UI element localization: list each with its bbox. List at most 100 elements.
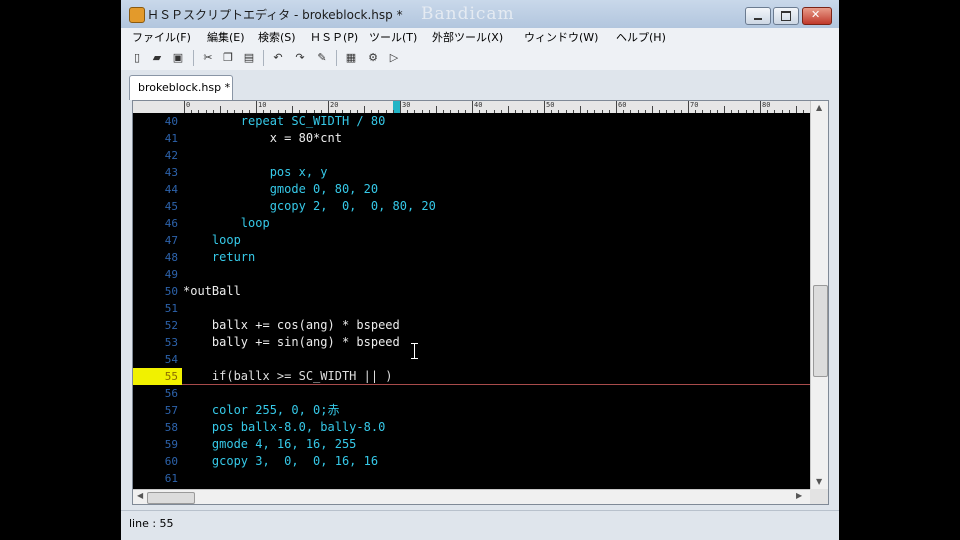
code-area[interactable]: 40 repeat SC_WIDTH / 80 41 x = 80*cnt 42 43… — [133, 113, 810, 489]
code-line[interactable]: 51 — [133, 300, 810, 317]
debug-icon[interactable]: ⚙ — [366, 51, 380, 65]
code-line[interactable]: 53 bally += sin(ang) * bspeed — [133, 334, 810, 351]
code-line[interactable]: 55 if(ballx >= SC_WIDTH || ) — [133, 368, 810, 385]
menu-hsp[interactable]: ＨＳＰ(P) — [310, 29, 358, 45]
title-bar[interactable]: ＨＳＰスクリプトエディタ - brokeblock.hsp * Bandicam — [121, 0, 839, 28]
new-file-icon[interactable]: ▯ — [130, 51, 144, 65]
code-line[interactable]: 50 *outBall — [133, 283, 810, 300]
code-line[interactable]: 40 repeat SC_WIDTH / 80 — [133, 113, 810, 130]
code-text[interactable]: ballx += cos(ang) * bspeed — [183, 317, 400, 334]
line-number: 53 — [164, 336, 178, 349]
code-text[interactable]: loop — [183, 215, 270, 232]
status-line-indicator: line : 55 — [129, 517, 174, 530]
maximize-button[interactable] — [773, 7, 799, 25]
scroll-down-arrow-icon[interactable]: ▼ — [816, 477, 822, 486]
code-line[interactable]: 49 — [133, 266, 810, 283]
ruler-label: 10 — [258, 101, 267, 109]
run-icon[interactable]: ▷ — [387, 51, 401, 65]
code-text[interactable]: pos ballx-8.0, bally-8.0 — [183, 419, 385, 436]
vertical-scrollbar[interactable]: ▲ ▼ — [810, 101, 828, 489]
menu-help[interactable]: ヘルプ(H) — [616, 29, 666, 45]
horizontal-scroll-thumb[interactable] — [147, 492, 195, 504]
scroll-up-arrow-icon[interactable]: ▲ — [816, 103, 822, 112]
code-text[interactable]: if(ballx >= SC_WIDTH || ) — [183, 368, 393, 385]
code-text[interactable]: *outBall — [183, 283, 241, 300]
code-line[interactable]: 52 ballx += cos(ang) * bspeed — [133, 317, 810, 334]
line-number: 41 — [164, 132, 178, 145]
ruler-label: 80 — [762, 101, 771, 109]
code-text[interactable]: bally += sin(ang) * bspeed — [183, 334, 400, 351]
cut-icon[interactable]: ✂ — [201, 51, 215, 65]
code-line[interactable]: 42 — [133, 147, 810, 164]
close-button[interactable] — [802, 7, 832, 25]
code-line[interactable]: 41 x = 80*cnt — [133, 130, 810, 147]
code-line[interactable]: 56 — [133, 385, 810, 402]
horizontal-scrollbar[interactable]: ◀ ▶ — [133, 489, 810, 504]
undo-icon[interactable]: ↶ — [271, 51, 285, 65]
ruler-label: 20 — [330, 101, 339, 109]
vertical-scroll-thumb[interactable] — [813, 285, 828, 377]
tab-bar: brokeblock.hsp * — [121, 70, 839, 100]
code-line[interactable]: 44 gmode 0, 80, 20 — [133, 181, 810, 198]
menu-window[interactable]: ウィンドウ(W) — [524, 29, 598, 45]
code-text[interactable]: gcopy 3, 0, 0, 16, 16 — [183, 453, 378, 470]
code-text[interactable]: pos x, y — [183, 164, 328, 181]
code-line[interactable]: 57 color 255, 0, 0;赤 — [133, 402, 810, 419]
scroll-right-arrow-icon[interactable]: ▶ — [796, 491, 802, 500]
code-text[interactable]: return — [183, 249, 255, 266]
line-number: 59 — [164, 438, 178, 451]
compile-run-icon[interactable]: ▦ — [344, 51, 358, 65]
paste-icon[interactable]: ▤ — [242, 51, 256, 65]
menu-external-tools[interactable]: 外部ツール(X) — [432, 29, 503, 45]
scroll-left-arrow-icon[interactable]: ◀ — [137, 491, 143, 500]
code-line[interactable]: 43 pos x, y — [133, 164, 810, 181]
line-number: 43 — [164, 166, 178, 179]
line-number: 57 — [164, 404, 178, 417]
ruler-tick — [400, 101, 401, 113]
code-line[interactable]: 46 loop — [133, 215, 810, 232]
menu-edit[interactable]: 編集(E) — [207, 29, 245, 45]
editor-window: ＨＳＰスクリプトエディタ - brokeblock.hsp * Bandicam… — [121, 0, 839, 540]
copy-icon[interactable]: ❐ — [221, 51, 235, 65]
menu-file[interactable]: ファイル(F) — [132, 29, 191, 45]
ruler-tick — [184, 101, 185, 113]
code-editor[interactable]: 0102030405060708090 40 repeat SC_WIDTH /… — [132, 100, 829, 505]
code-line[interactable]: 61 — [133, 470, 810, 487]
open-folder-icon[interactable]: ▰ — [150, 51, 164, 65]
ruler-label: 0 — [186, 101, 191, 109]
toolbar: ▯ ▰ ▣ ✂ ❐ ▤ ↶ ↷ ✎ ▦ ⚙ ▷ — [121, 46, 839, 71]
find-icon[interactable]: ✎ — [315, 51, 329, 65]
code-line[interactable]: 58 pos ballx-8.0, bally-8.0 — [133, 419, 810, 436]
code-text[interactable]: gmode 4, 16, 16, 255 — [183, 436, 357, 453]
code-text[interactable]: color 255, 0, 0;赤 — [183, 402, 340, 419]
menu-search[interactable]: 検索(S) — [258, 29, 296, 45]
line-number: 52 — [164, 319, 178, 332]
code-text[interactable]: gcopy 2, 0, 0, 80, 20 — [183, 198, 436, 215]
code-line[interactable]: 47 loop — [133, 232, 810, 249]
ruler-tick — [364, 106, 365, 113]
menu-tools[interactable]: ツール(T) — [369, 29, 417, 45]
code-line[interactable]: 48 return — [133, 249, 810, 266]
code-text[interactable]: x = 80*cnt — [183, 130, 342, 147]
column-ruler: 0102030405060708090 — [182, 101, 810, 113]
code-text[interactable]: loop — [183, 232, 241, 249]
minimize-button[interactable] — [745, 7, 771, 25]
status-bar: line : 55 — [121, 510, 839, 540]
code-line[interactable]: 45 gcopy 2, 0, 0, 80, 20 — [133, 198, 810, 215]
line-number: 54 — [164, 353, 178, 366]
save-icon[interactable]: ▣ — [171, 51, 185, 65]
code-line[interactable]: 54 — [133, 351, 810, 368]
ruler-tick — [760, 101, 761, 113]
line-number: 60 — [164, 455, 178, 468]
ruler-label: 50 — [546, 101, 555, 109]
ruler-tick — [544, 101, 545, 113]
tab-label: brokeblock.hsp * — [138, 81, 231, 94]
code-text[interactable]: gmode 0, 80, 20 — [183, 181, 378, 198]
code-text[interactable]: repeat SC_WIDTH / 80 — [183, 113, 386, 130]
tab-brokeblock[interactable]: brokeblock.hsp * — [129, 75, 233, 100]
redo-icon[interactable]: ↷ — [293, 51, 307, 65]
ruler-tick — [256, 101, 257, 113]
line-number: 61 — [164, 472, 178, 485]
code-line[interactable]: 59 gmode 4, 16, 16, 255 — [133, 436, 810, 453]
code-line[interactable]: 60 gcopy 3, 0, 0, 16, 16 — [133, 453, 810, 470]
